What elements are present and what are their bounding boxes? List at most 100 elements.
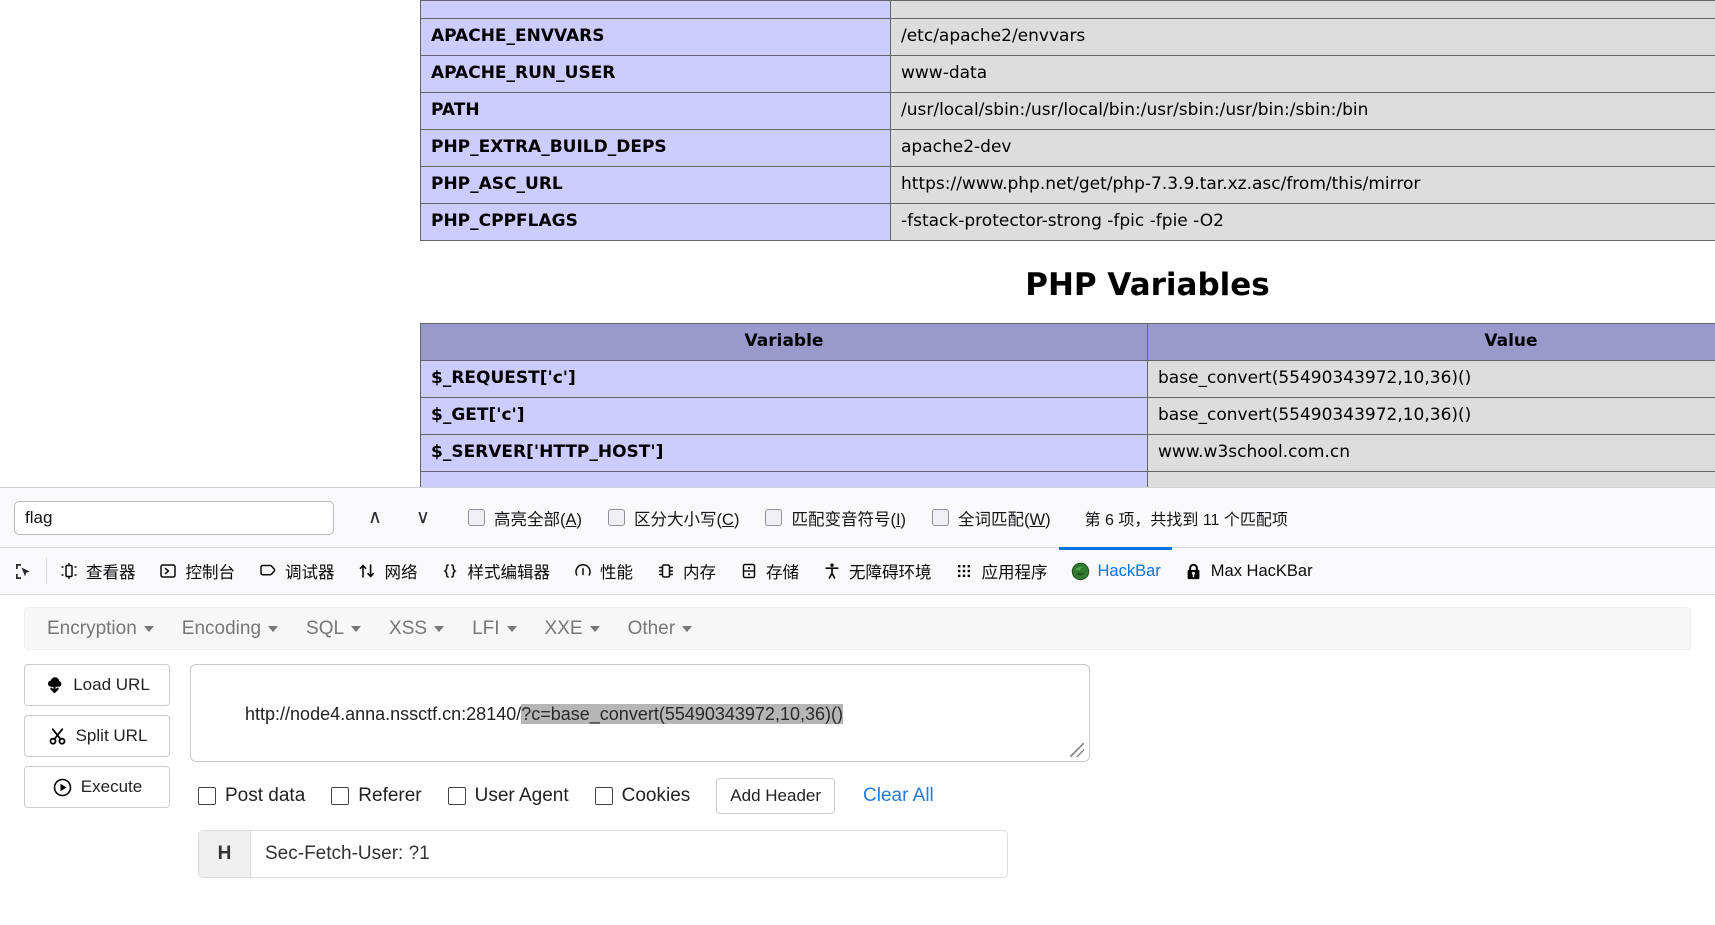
find-option-whole-words[interactable]: 全词匹配(W)	[932, 506, 1051, 530]
hackbar-menubar: Encryption Encoding SQL XSS LFI XXE Othe…	[24, 607, 1691, 650]
php-var-value-clipped	[1147, 471, 1715, 487]
button-label: Execute	[80, 777, 143, 796]
find-option-label: 高亮全部(A)	[494, 510, 583, 529]
style-editor-icon	[440, 561, 461, 582]
php-variables-heading: PHP Variables	[1025, 267, 1270, 303]
table-row-clipped	[420, 471, 1715, 487]
network-icon	[357, 561, 378, 582]
devtools-tab-memory[interactable]: 内存	[644, 548, 727, 594]
table-row: $_GET['c'] base_convert(55490343972,10,3…	[420, 397, 1715, 435]
url-base-text: http://node4.anna.nssctf.cn:28140/	[245, 704, 522, 725]
php-var-value: base_convert(55490343972,10,36)()	[1147, 360, 1715, 398]
checkbox-icon[interactable]	[468, 509, 485, 526]
php-variables-table-body: $_REQUEST['c'] base_convert(55490343972,…	[420, 360, 1715, 487]
find-input[interactable]	[14, 500, 334, 535]
option-post-data[interactable]: Post data	[198, 785, 305, 807]
checkbox-icon[interactable]	[331, 787, 350, 805]
hackbar-headers-list: H Sec-Fetch-User: ?1	[190, 830, 1691, 878]
execute-button[interactable]: Execute	[24, 766, 170, 808]
devtools-tab-hackbar[interactable]: HackBar	[1058, 547, 1173, 594]
devtools-tab-accessibility[interactable]: 无障碍环境	[810, 548, 943, 594]
devtools-tab-label: 应用程序	[981, 564, 1048, 582]
hackbar-menu-lfi[interactable]: LFI	[458, 618, 530, 640]
checkbox-icon[interactable]	[608, 509, 626, 526]
option-referer[interactable]: Referer	[331, 785, 422, 807]
checkbox-icon[interactable]	[765, 509, 783, 526]
checkbox-icon[interactable]	[594, 787, 613, 805]
php-var-key-clipped	[420, 471, 1148, 487]
devtools-tab-style-editor[interactable]: 样式编辑器	[429, 548, 562, 594]
button-label: Split URL	[75, 726, 148, 745]
header-row[interactable]: H Sec-Fetch-User: ?1	[198, 830, 1008, 878]
devtools-tab-storage[interactable]: 存储	[727, 548, 810, 594]
php-variables-table-head: Variable Value	[420, 323, 1715, 361]
option-user-agent[interactable]: User Agent	[447, 785, 569, 807]
devtools-tab-label: 控制台	[185, 564, 236, 582]
clear-all-button[interactable]: Clear All	[863, 785, 934, 807]
table-header-row: Variable Value	[420, 323, 1715, 361]
hackbar-menu-sql[interactable]: SQL	[292, 618, 375, 640]
checkbox-icon[interactable]	[932, 509, 950, 526]
add-header-button[interactable]: Add Header	[716, 778, 836, 814]
resize-handle-icon[interactable]	[1070, 743, 1084, 757]
checkbox-icon[interactable]	[447, 787, 466, 805]
option-label: Post data	[225, 785, 306, 806]
phpinfo-page: APACHE_ENVVARS /etc/apache2/envvars APAC…	[0, 0, 1715, 487]
option-label: Cookies	[621, 785, 691, 806]
option-cookies[interactable]: Cookies	[594, 785, 691, 807]
find-option-match-diacritics[interactable]: 匹配变音符号(I)	[765, 506, 906, 530]
env-value: /etc/apache2/envvars	[890, 18, 1715, 56]
hackbar-menu-xxe[interactable]: XXE	[531, 618, 614, 640]
devtools-tab-label: 网络	[384, 564, 418, 582]
find-next-icon[interactable]: ∨	[404, 501, 442, 535]
devtools-tab-application[interactable]: 应用程序	[943, 548, 1059, 594]
devtools-tab-label: 存储	[766, 564, 799, 582]
hackbar-action-buttons: Load URL Split URL Execute	[24, 664, 170, 878]
devtools-tab-inspector[interactable]: 查看器	[47, 548, 147, 594]
application-icon	[954, 561, 975, 582]
env-value: /usr/local/sbin:/usr/local/bin:/usr/sbin…	[890, 92, 1715, 130]
debugger-icon	[257, 561, 278, 582]
load-url-button[interactable]: Load URL	[24, 664, 170, 706]
env-value: -fstack-protector-strong -fpic -fpie -O2	[890, 203, 1715, 241]
environment-table-body: APACHE_ENVVARS /etc/apache2/envvars APAC…	[420, 0, 1715, 241]
chevron-down-icon	[506, 625, 517, 632]
find-option-match-case[interactable]: 区分大小写(C)	[608, 506, 739, 530]
devtools-tab-console[interactable]: 控制台	[147, 548, 247, 594]
devtools-tab-max-hackbar[interactable]: Max HacKBar	[1172, 548, 1324, 594]
php-var-key: $_SERVER['HTTP_HOST']	[420, 434, 1148, 472]
hackbar-menu-xss[interactable]: XSS	[375, 618, 458, 640]
table-row: APACHE_RUN_USER www-data	[420, 55, 1715, 93]
environment-table: APACHE_ENVVARS /etc/apache2/envvars APAC…	[420, 0, 1715, 241]
find-option-label: 区分大小写(C)	[634, 510, 740, 529]
find-previous-icon[interactable]: ∧	[356, 501, 394, 535]
env-value-clipped	[890, 0, 1715, 19]
scissors-icon	[47, 726, 68, 747]
header-value-input[interactable]: Sec-Fetch-User: ?1	[251, 831, 1007, 877]
menu-label: Encoding	[181, 617, 262, 639]
table-row: PHP_ASC_URL https://www.php.net/get/php-…	[420, 166, 1715, 204]
chevron-down-icon	[682, 625, 693, 632]
hackbar-menu-other[interactable]: Other	[614, 618, 707, 640]
find-option-label: 匹配变音符号(I)	[791, 510, 907, 529]
devtools-tab-debugger[interactable]: 调试器	[246, 548, 346, 594]
split-url-button[interactable]: Split URL	[24, 715, 170, 757]
hackbar-menu-encoding[interactable]: Encoding	[168, 618, 292, 640]
hackbar-request-area: http://node4.anna.nssctf.cn:28140/?c=bas…	[170, 664, 1691, 878]
checkbox-icon[interactable]	[198, 787, 216, 805]
performance-icon	[572, 561, 593, 582]
devtools-tab-label: HackBar	[1097, 561, 1161, 580]
devtools-toolbar: 查看器 控制台 调试器 网络 样式编辑器 性能 内存 存储 无障碍环境 应用程序…	[0, 547, 1715, 595]
devtools-tab-performance[interactable]: 性能	[561, 548, 644, 594]
url-selected-text: ?c=base_convert(55490343972,10,36)()	[521, 704, 843, 725]
php-var-key: $_REQUEST['c']	[420, 360, 1148, 398]
find-option-highlight-all[interactable]: 高亮全部(A)	[468, 506, 582, 530]
element-picker-icon[interactable]	[0, 548, 46, 594]
env-key-clipped	[420, 0, 891, 19]
devtools-tab-network[interactable]: 网络	[346, 548, 429, 594]
console-icon	[158, 561, 179, 582]
hackbar-options-row: Post data Referer User Agent Cookies Add…	[190, 778, 1691, 814]
url-textarea[interactable]: http://node4.anna.nssctf.cn:28140/?c=bas…	[190, 664, 1090, 762]
hackbar-menu-encryption[interactable]: Encryption	[33, 618, 168, 640]
download-icon	[44, 675, 65, 696]
